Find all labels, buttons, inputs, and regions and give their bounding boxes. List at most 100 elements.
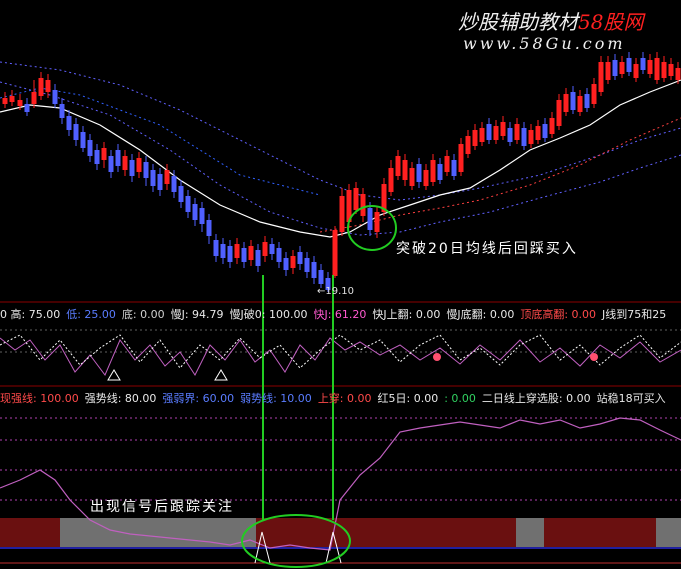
kdj-slow-line (0, 337, 681, 377)
candle-body (150, 170, 156, 186)
indicator1-legend: 0 高: 75.00 低: 25.00 底: 0.00 慢J: 94.79 慢J破0: … (0, 306, 672, 322)
indicator2-item: 站稳18可买入 (596, 392, 666, 405)
candle-body (290, 256, 296, 268)
candle-body (388, 168, 394, 192)
candle-body (591, 84, 597, 104)
candle-body (521, 128, 527, 146)
candle-body (339, 196, 345, 232)
candle-body (451, 160, 457, 176)
candle-body (465, 136, 471, 154)
candle-body (626, 58, 632, 72)
candle-body (675, 68, 681, 80)
signal-band-segment (544, 518, 656, 548)
candle-body (157, 174, 163, 190)
candle-body (38, 78, 44, 96)
candle-body (24, 104, 30, 112)
triangle-marker (107, 369, 121, 381)
candle-body (59, 104, 65, 118)
candle-body (437, 164, 443, 180)
candle-body (402, 160, 408, 180)
indicator1-item: J线到75和25 (602, 308, 667, 321)
candle-body (101, 148, 107, 160)
candle-body (213, 240, 219, 256)
candle-body (472, 130, 478, 146)
indicator2-item: 上穿: 0.00 (317, 392, 372, 405)
candle-body (185, 196, 191, 212)
candle-body (255, 250, 261, 266)
indicator1-item: 0 高: 75.00 (0, 308, 61, 321)
candle-body (297, 252, 303, 264)
candle-body (444, 156, 450, 172)
candle-body (178, 186, 184, 202)
indicator2-item: 红5日: 0.00 (377, 392, 439, 405)
candle-body (73, 124, 79, 140)
candle-body (283, 258, 289, 270)
candle-body (612, 60, 618, 76)
candle-body (563, 94, 569, 112)
candle-body (605, 62, 611, 80)
candle-body (549, 118, 555, 134)
candle-body (374, 212, 380, 232)
candle-body (52, 90, 58, 104)
candle-body (528, 130, 534, 144)
candle-body (493, 126, 499, 140)
candle-body (206, 220, 212, 236)
indicator2-item: 现强线: 100.00 (0, 392, 79, 405)
candle-body (66, 116, 72, 130)
candle-body (80, 132, 86, 148)
candle-body (136, 158, 142, 172)
candle-body (395, 156, 401, 176)
indicator2-item: 二日线上穿选股: 0.00 (481, 392, 591, 405)
candle-body (542, 124, 548, 138)
candle-body (360, 194, 366, 216)
signal-dot (590, 353, 598, 361)
candle-body (9, 96, 15, 102)
candle-body (192, 204, 198, 220)
candle-body (241, 248, 247, 262)
candle-body (584, 94, 590, 108)
candle-body (115, 150, 121, 166)
indicator1-item: 慢J底翻: 0.00 (446, 308, 515, 321)
candle-body (654, 58, 660, 80)
indicator2-item: : 0.00 (444, 392, 476, 405)
indicator2-item: 弱势线: 10.00 (240, 392, 312, 405)
candle-body (269, 244, 275, 254)
indicator2-item: 强势线: 80.00 (84, 392, 157, 405)
candle-body (640, 58, 646, 70)
candle-body (171, 176, 177, 192)
candlestick-chart[interactable] (0, 0, 681, 569)
indicator1-item: 慢J: 94.79 (170, 308, 224, 321)
signal-band-segment (256, 518, 516, 548)
candle-body (199, 208, 205, 224)
candle-body (108, 156, 114, 172)
candle-body (164, 170, 170, 184)
candle-body (318, 270, 324, 284)
watermark-title-cn: 炒股辅助教材 (458, 10, 578, 34)
candle-body (94, 150, 100, 164)
signal-annotation: 出现信号后跟踪关注 (90, 499, 234, 515)
indicator1-item: 底: 0.00 (121, 308, 165, 321)
price-low-label: ←19.10 (317, 286, 355, 297)
candle-body (87, 140, 93, 156)
watermark-title-site: 58股网 (578, 10, 644, 34)
candle-body (500, 122, 506, 136)
candle-body (661, 62, 667, 78)
candlestick-series (2, 52, 681, 292)
candle-body (514, 124, 520, 140)
candle-body (416, 164, 422, 182)
signal-band-segment (516, 518, 544, 548)
candle-body (668, 64, 674, 76)
watermark-title: 炒股辅助教材58股网 (458, 6, 643, 35)
candle-body (129, 160, 135, 176)
candle-body (430, 160, 436, 182)
indicator1-item: 慢J破0: 100.00 (229, 308, 308, 321)
candle-body (633, 64, 639, 78)
ma-dotted-60 (0, 61, 681, 201)
triangle-marker (214, 369, 228, 381)
candle-body (143, 162, 149, 178)
stock-chart-window: 炒股辅助教材58股网 www.58Gu.com 突破20日均线后回踩买入 出现信… (0, 0, 681, 569)
candle-body (248, 246, 254, 260)
candle-body (367, 208, 373, 230)
indicator1-item: 快J上翻: 0.00 (372, 308, 441, 321)
indicator1-item: 顶底高翻: 0.00 (520, 308, 597, 321)
